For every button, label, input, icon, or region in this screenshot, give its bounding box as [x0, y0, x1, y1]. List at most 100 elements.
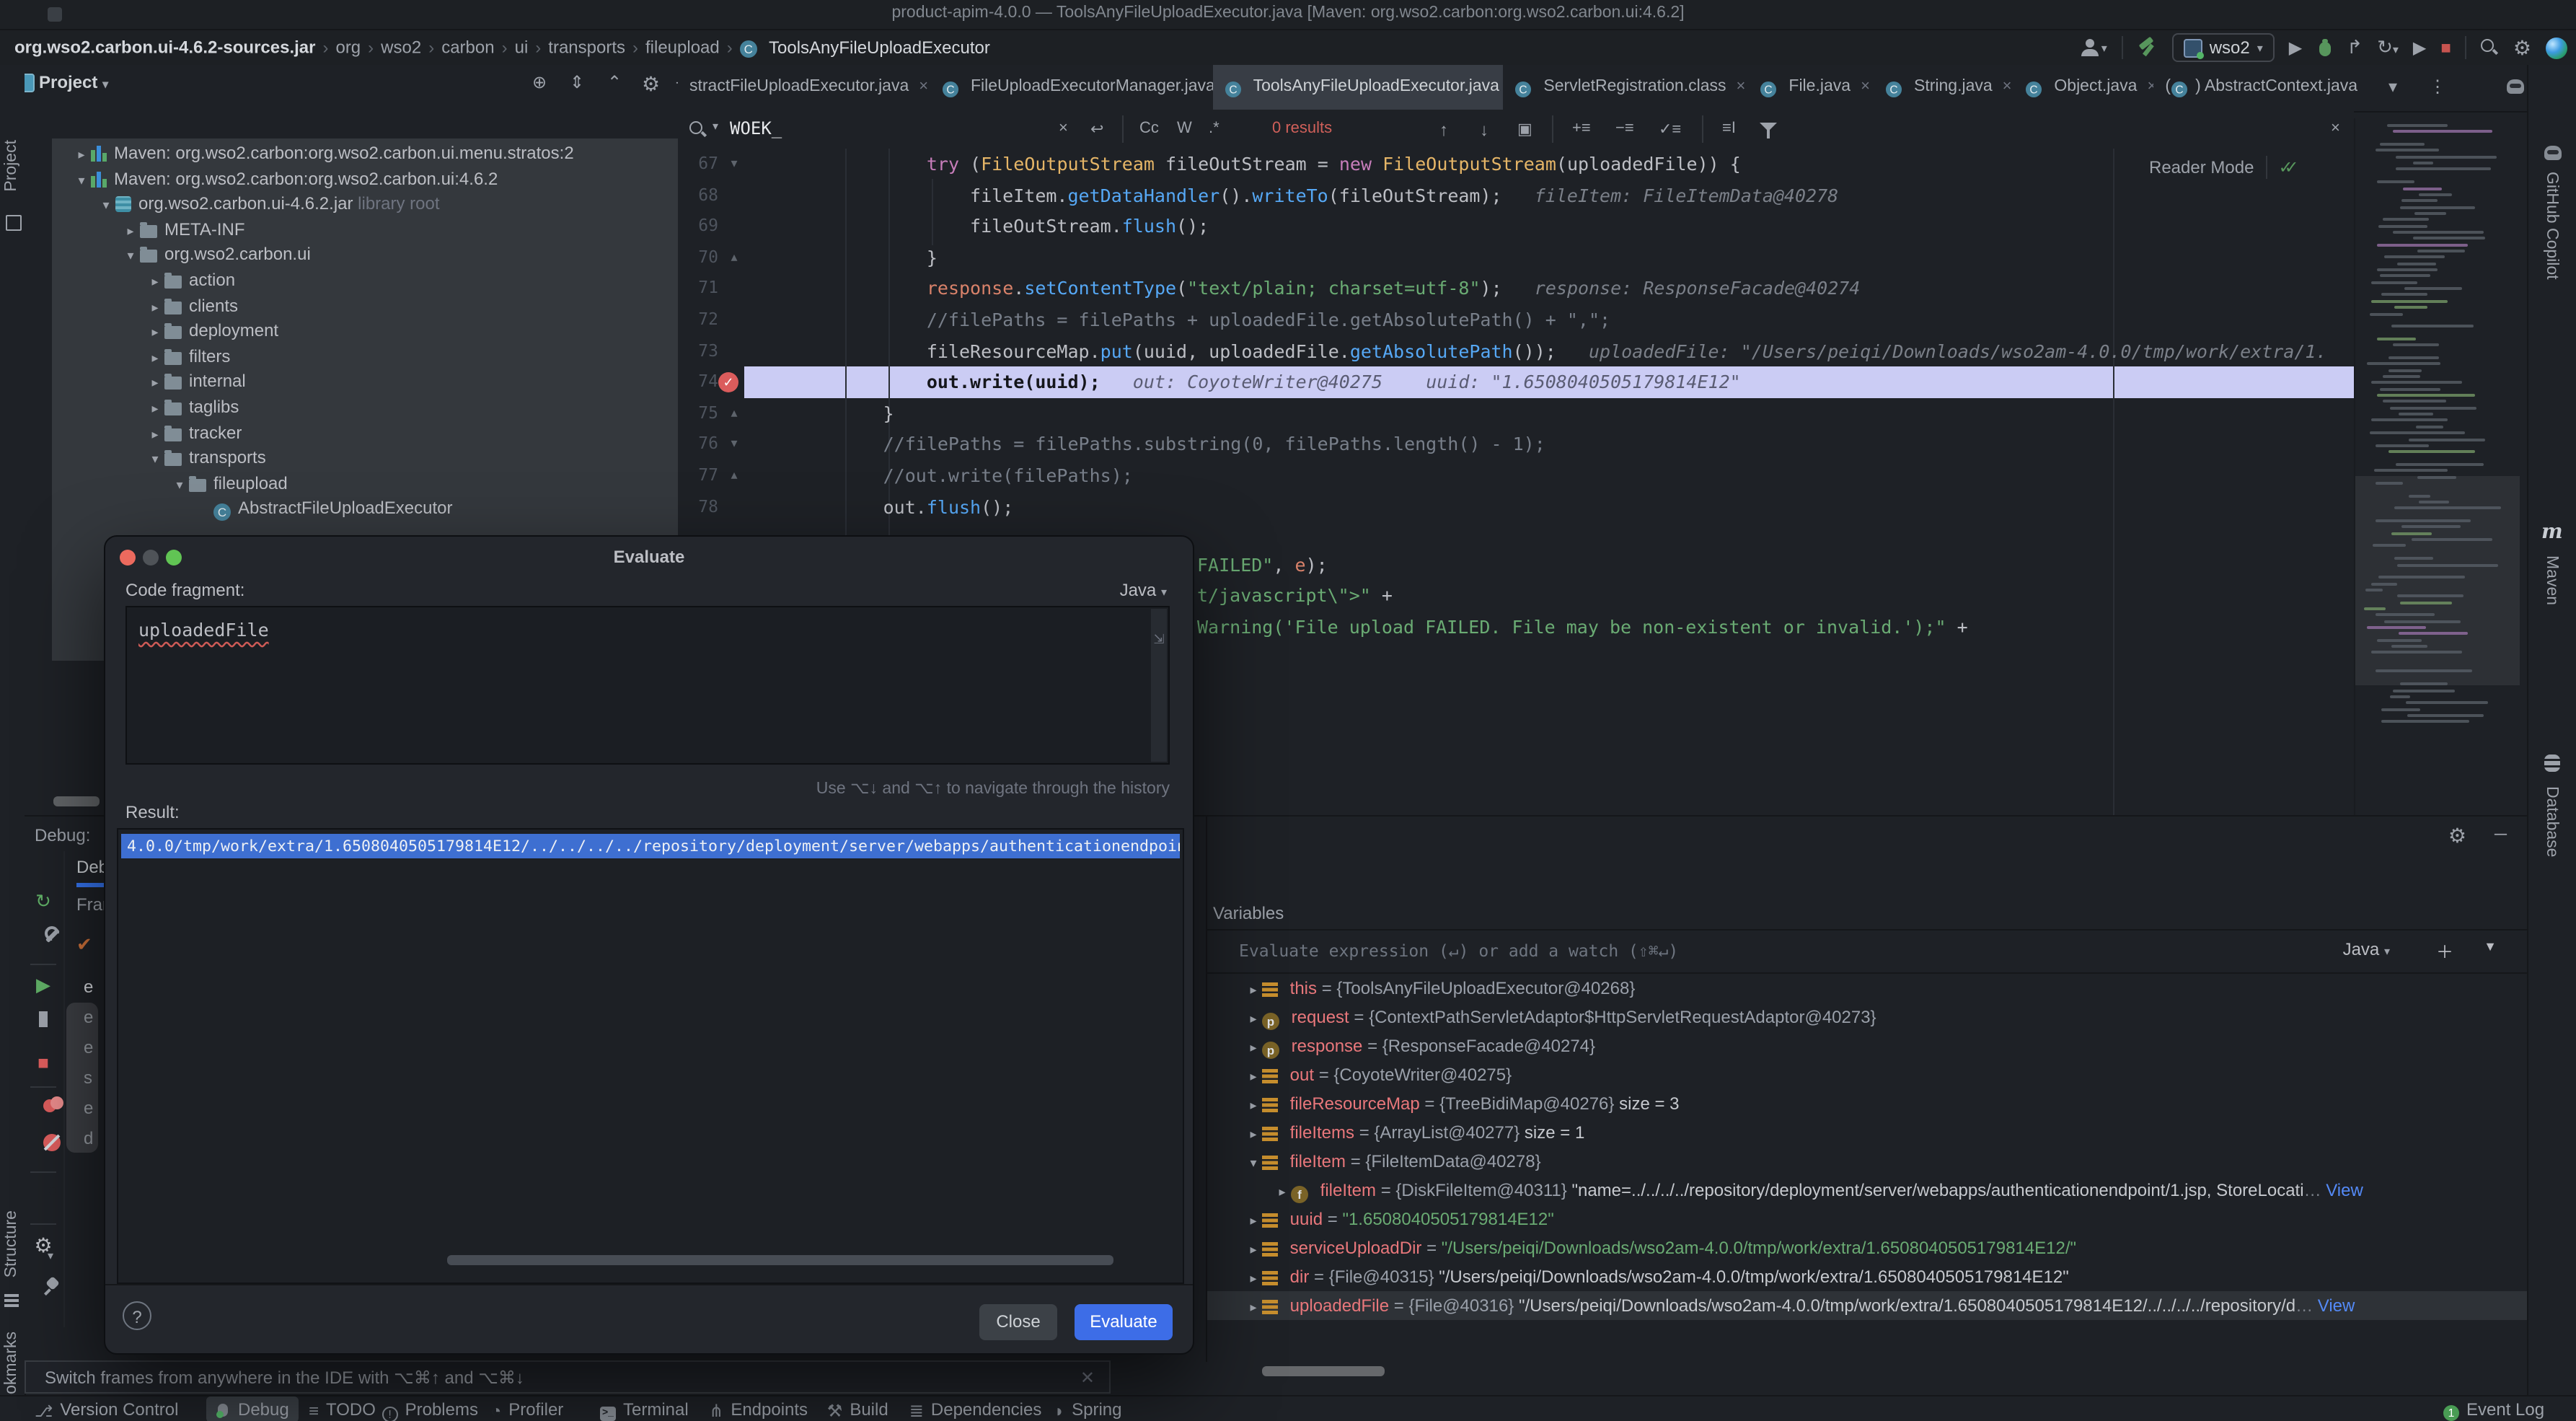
- editor-tab[interactable]: C String.java×: [1874, 65, 2013, 110]
- tab-close-icon[interactable]: ×: [1737, 78, 1746, 95]
- new-line-icon[interactable]: ↩: [1090, 120, 1103, 138]
- statusbar-item-problems[interactable]: !Problems: [382, 1396, 478, 1421]
- tree-chevron-icon[interactable]: ▾: [146, 447, 164, 472]
- variable-chevron-icon[interactable]: ▸: [1245, 1293, 1262, 1320]
- add-selection-icon[interactable]: +≡: [1572, 120, 1591, 137]
- tree-row[interactable]: ▸Maven: org.wso2.carbon:org.wso2.carbon.…: [25, 141, 679, 167]
- variable-row[interactable]: ▸ this = {ToolsAnyFileUploadExecutor@402…: [1207, 974, 2527, 1003]
- tree-chevron-icon[interactable]: ▸: [146, 346, 164, 371]
- evaluate-button[interactable]: Evaluate: [1075, 1304, 1173, 1340]
- fold-marker-icon[interactable]: ▾: [725, 149, 743, 180]
- debug-icon[interactable]: [2316, 38, 2332, 57]
- breadcrumb-item[interactable]: org: [335, 38, 361, 58]
- project-hscrollbar[interactable]: [53, 796, 100, 806]
- tree-row[interactable]: ▸action: [25, 268, 679, 294]
- wrench-icon[interactable]: [30, 926, 56, 952]
- statusbar-item-profiler[interactable]: ◔Profiler: [491, 1396, 564, 1421]
- variable-chevron-icon[interactable]: ▸: [1245, 975, 1262, 1003]
- variable-chevron-icon[interactable]: ▸: [1245, 1264, 1262, 1291]
- run-icon[interactable]: ▶: [2289, 38, 2302, 58]
- pause-icon[interactable]: [30, 1011, 56, 1037]
- variable-chevron-icon[interactable]: ▸: [1245, 1235, 1262, 1262]
- panel-options-gear-icon[interactable]: ⚙: [642, 72, 660, 97]
- variable-chevron-icon[interactable]: ▸: [1274, 1177, 1291, 1205]
- variable-chevron-icon[interactable]: ▸: [1245, 1062, 1262, 1089]
- pin-icon[interactable]: [30, 1277, 56, 1303]
- variable-row[interactable]: ▸ fileItems = {ArrayList@40277} size = 1: [1207, 1118, 2527, 1147]
- expand-input-icon[interactable]: ⇲: [1153, 632, 1164, 646]
- checked-selection-icon[interactable]: ✓≡: [1659, 120, 1681, 138]
- tree-row[interactable]: ▾org.wso2.carbon.ui: [25, 243, 679, 268]
- close-button[interactable]: Close: [979, 1304, 1057, 1340]
- editor-tab[interactable]: C ServletRegistration.class×: [1503, 65, 1748, 110]
- editor-tab[interactable]: C FileUploadExecutorManager.java×: [930, 65, 1213, 110]
- run-anything-icon[interactable]: ▶: [2413, 38, 2426, 58]
- variable-row[interactable]: ▸ uploadedFile = {File@40316} "/Users/pe…: [1207, 1291, 2527, 1320]
- watch-options-chevron-icon[interactable]: ▼: [2484, 939, 2497, 954]
- search-everywhere-icon[interactable]: [2482, 39, 2499, 56]
- expand-all-icon[interactable]: ⇕: [570, 72, 584, 92]
- clear-search-icon[interactable]: ×: [1059, 120, 1068, 137]
- reader-mode-chip[interactable]: Reader Mode ✓✓: [2149, 153, 2290, 182]
- tab-list-chevron-icon[interactable]: ▾: [2388, 76, 2397, 97]
- tree-chevron-icon[interactable]: ▸: [146, 270, 164, 295]
- breadcrumb-item[interactable]: wso2: [381, 38, 421, 58]
- help-button[interactable]: ?: [123, 1301, 151, 1330]
- watch-language-select[interactable]: Java ▾: [2343, 939, 2390, 959]
- tree-row[interactable]: CAbstractFileUploadExecutor: [25, 497, 679, 522]
- fold-marker-icon[interactable]: ▾: [725, 429, 743, 460]
- frames-scrollbar[interactable]: [66, 1003, 98, 1153]
- variable-row[interactable]: ▸ out = {CoyoteWriter@40275}: [1207, 1060, 2527, 1089]
- breadcrumb-item[interactable]: ui: [515, 38, 529, 58]
- breadcrumb-item[interactable]: transports: [548, 38, 625, 58]
- tree-chevron-icon[interactable]: ▸: [146, 371, 164, 397]
- statusbar-item-spring[interactable]: ◗Spring: [1054, 1396, 1122, 1421]
- banner-close-icon[interactable]: ✕: [1080, 1368, 1095, 1388]
- tree-row[interactable]: ▸deployment: [25, 319, 679, 344]
- evaluate-expression-input[interactable]: Evaluate expression (↵) or add a watch (…: [1239, 941, 1678, 961]
- add-watch-icon[interactable]: ＋: [2436, 939, 2453, 964]
- stripe-project[interactable]: Project: [3, 140, 20, 192]
- debug-settings-gear-icon[interactable]: ⚙▾: [30, 1232, 56, 1258]
- dialog-language-select[interactable]: Java ▾: [1120, 580, 1167, 600]
- mute-breakpoints-icon[interactable]: [30, 1134, 56, 1160]
- search-input[interactable]: WOEK_: [730, 118, 782, 138]
- variable-row[interactable]: ▸ fileResourceMap = {TreeBidiMap@40276} …: [1207, 1089, 2527, 1118]
- variable-row[interactable]: ▸p request = {ContextPathServletAdaptor$…: [1207, 1003, 2527, 1031]
- tree-row[interactable]: ▾fileupload: [25, 472, 679, 497]
- tree-row[interactable]: ▸clients: [25, 294, 679, 319]
- tree-chevron-icon[interactable]: ▸: [146, 320, 164, 346]
- tree-chevron-icon[interactable]: ▸: [146, 422, 164, 447]
- match-case-toggle[interactable]: Cc: [1139, 120, 1159, 137]
- tree-chevron-icon[interactable]: ▾: [97, 193, 115, 219]
- tree-chevron-icon[interactable]: ▾: [170, 473, 189, 498]
- result-value-row[interactable]: 4.0.0/tmp/work/extra/1.6508040505179814E…: [121, 834, 1180, 858]
- words-toggle[interactable]: W: [1177, 120, 1192, 137]
- variables-hscrollbar[interactable]: [1262, 1366, 1385, 1376]
- breadcrumb-item[interactable]: fileupload: [645, 38, 720, 58]
- tree-row[interactable]: ▸internal: [25, 370, 679, 395]
- select-all-occurrences-icon[interactable]: ▣: [1517, 120, 1532, 138]
- variable-chevron-icon[interactable]: ▾: [1245, 1148, 1262, 1176]
- tab-close-icon[interactable]: ×: [1861, 78, 1870, 95]
- stripe-maven[interactable]: Maven: [2543, 555, 2560, 605]
- variable-row[interactable]: ▸ dir = {File@40315} "/Users/peiqi/Downl…: [1207, 1262, 2527, 1291]
- breadcrumb-item[interactable]: org.wso2.carbon.ui-4.6.2-sources.jar: [14, 38, 315, 58]
- editor-tab[interactable]: C File.java×: [1748, 65, 1874, 110]
- editor-tab[interactable]: C ToolsAnyFileUploadExecutor.java×: [1213, 65, 1503, 110]
- tab-close-icon[interactable]: ×: [2147, 78, 2153, 95]
- stripe-database[interactable]: Database: [2543, 786, 2560, 857]
- breadcrumb-item[interactable]: C ToolsAnyFileUploadExecutor: [740, 38, 990, 58]
- statusbar-item-terminal[interactable]: >_Terminal: [600, 1396, 689, 1421]
- statusbar-item-todo[interactable]: ≡TODO: [309, 1396, 376, 1421]
- statusbar-item-dependencies[interactable]: ≣Dependencies: [909, 1396, 1042, 1421]
- search-history-chevron-icon[interactable]: ▾: [713, 120, 718, 133]
- variable-chevron-icon[interactable]: ▸: [1245, 1004, 1262, 1031]
- code-fragment-input[interactable]: uploadedFile ⇲: [125, 606, 1170, 765]
- tab-close-icon[interactable]: ×: [919, 78, 928, 95]
- variable-chevron-icon[interactable]: ▸: [1245, 1091, 1262, 1118]
- tree-row[interactable]: ▸taglibs: [25, 395, 679, 421]
- tree-row[interactable]: ▸filters: [25, 345, 679, 370]
- user-icon[interactable]: ▾: [2081, 39, 2107, 56]
- stripe-copilot[interactable]: GitHub Copilot: [2543, 172, 2560, 280]
